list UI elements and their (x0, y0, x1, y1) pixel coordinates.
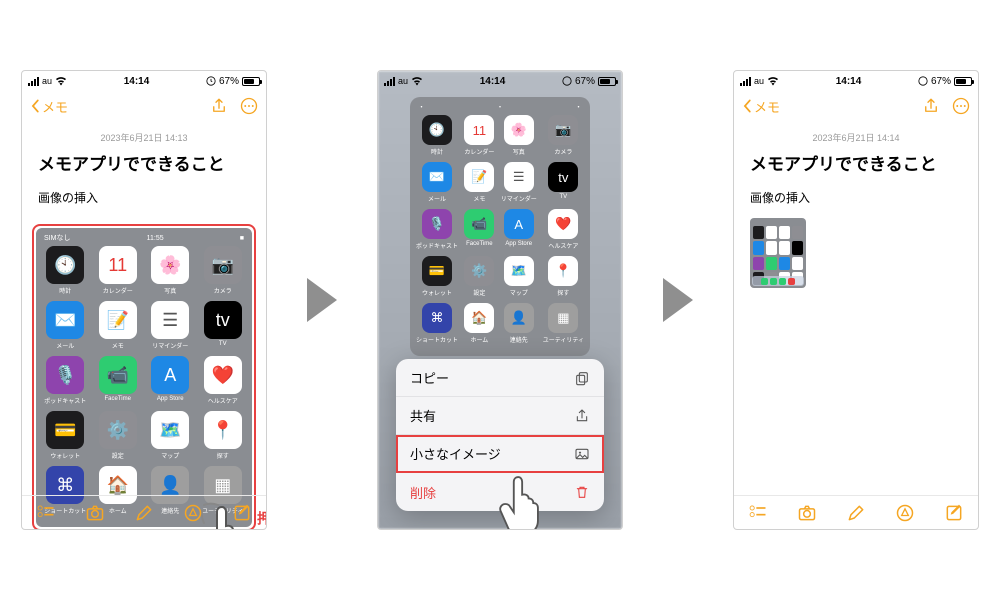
pen-icon[interactable] (134, 503, 154, 523)
share-icon[interactable] (922, 97, 940, 115)
status-time: 14:14 (124, 76, 150, 87)
attachment-outline: SIMなし 11:55 ■ 🕙時計11カレンダー🌸写真📷カメラ✉️メール📝メモ☰… (32, 224, 256, 530)
status-bar: au 14:14 67% (734, 71, 978, 91)
attached-image-small[interactable] (750, 218, 806, 288)
note-subtext: 画像の挿入 (750, 189, 962, 206)
wifi-icon (411, 76, 423, 86)
status-bar: au 14:14 67% (378, 71, 622, 91)
checklist-icon[interactable] (748, 503, 768, 523)
rotation-lock-icon (206, 76, 216, 86)
status-time: 14:14 (836, 76, 862, 87)
wifi-icon (55, 76, 67, 86)
battery-icon (598, 77, 616, 86)
nav-bar: メモ (22, 91, 266, 121)
rotation-lock-icon (562, 76, 572, 86)
attached-image[interactable]: SIMなし 11:55 ■ 🕙時計11カレンダー🌸写真📷カメラ✉️メール📝メモ☰… (36, 228, 252, 527)
menu-share[interactable]: 共有 (396, 397, 604, 435)
image-icon (574, 446, 590, 462)
note-date: 2023年6月21日 14:14 (750, 131, 962, 144)
menu-copy[interactable]: コピー (396, 359, 604, 397)
signal-bars-icon (28, 77, 39, 86)
copy-icon (574, 370, 590, 386)
hs-status: SIMなし 11:55 ■ (40, 232, 248, 244)
battery-percent: 67% (219, 76, 239, 87)
note-subtext: 画像の挿入 (38, 189, 250, 206)
back-button[interactable]: メモ (30, 97, 68, 116)
phone-screen-2: au 14:14 67% ・・・ 🕙時計11カレンダー🌸写真📷カメラ✉️メール📝… (377, 70, 623, 530)
note-body: 2023年6月21日 14:14 メモアプリでできること 画像の挿入 (734, 121, 978, 294)
nav-bar: メモ (734, 91, 978, 121)
signal-bars-icon (740, 77, 751, 86)
back-button[interactable]: メモ (742, 97, 780, 116)
status-bar: au 14:14 67% (22, 71, 266, 91)
marker-icon[interactable] (895, 503, 915, 523)
compose-icon[interactable] (232, 503, 252, 523)
share-icon (574, 408, 590, 424)
compose-icon[interactable] (944, 503, 964, 523)
battery-icon (242, 77, 260, 86)
menu-delete[interactable]: 削除 (396, 473, 604, 511)
arrow-right-icon-1 (307, 278, 337, 322)
share-icon[interactable] (210, 97, 228, 115)
status-time: 14:14 (480, 76, 506, 87)
phone-screen-3: au 14:14 67% メモ 2023年6月21日 14:14 メモアプリでで… (733, 70, 979, 530)
bottom-toolbar (734, 495, 978, 529)
checklist-icon[interactable] (36, 503, 56, 523)
back-label: メモ (42, 97, 68, 116)
carrier-label: au (42, 76, 52, 86)
note-title: メモアプリでできること (750, 150, 962, 175)
context-menu: コピー 共有 小さなイメージ 削除 (396, 359, 604, 511)
arrow-right-icon-2 (663, 278, 693, 322)
note-title: メモアプリでできること (38, 150, 250, 175)
note-body: 2023年6月21日 14:13 メモアプリでできること 画像の挿入 (22, 121, 266, 212)
camera-icon[interactable] (797, 503, 817, 523)
menu-small-image[interactable]: 小さなイメージ (396, 435, 604, 473)
phone-screen-1: au 14:14 67% メモ 2023年6月21日 14:13 メモアプリでで… (21, 70, 267, 530)
image-preview[interactable]: ・・・ 🕙時計11カレンダー🌸写真📷カメラ✉️メール📝メモ☰リマインダーtvTV… (410, 97, 590, 356)
bottom-toolbar (22, 495, 266, 529)
chevron-left-icon (30, 99, 40, 113)
camera-icon[interactable] (85, 503, 105, 523)
trash-icon (574, 484, 590, 500)
more-icon[interactable] (240, 97, 258, 115)
battery-icon (954, 77, 972, 86)
signal-bars-icon (384, 77, 395, 86)
note-date: 2023年6月21日 14:13 (38, 131, 250, 144)
wifi-icon (767, 76, 779, 86)
marker-icon[interactable] (183, 503, 203, 523)
pen-icon[interactable] (846, 503, 866, 523)
chevron-left-icon (742, 99, 752, 113)
more-icon[interactable] (952, 97, 970, 115)
rotation-lock-icon (918, 76, 928, 86)
